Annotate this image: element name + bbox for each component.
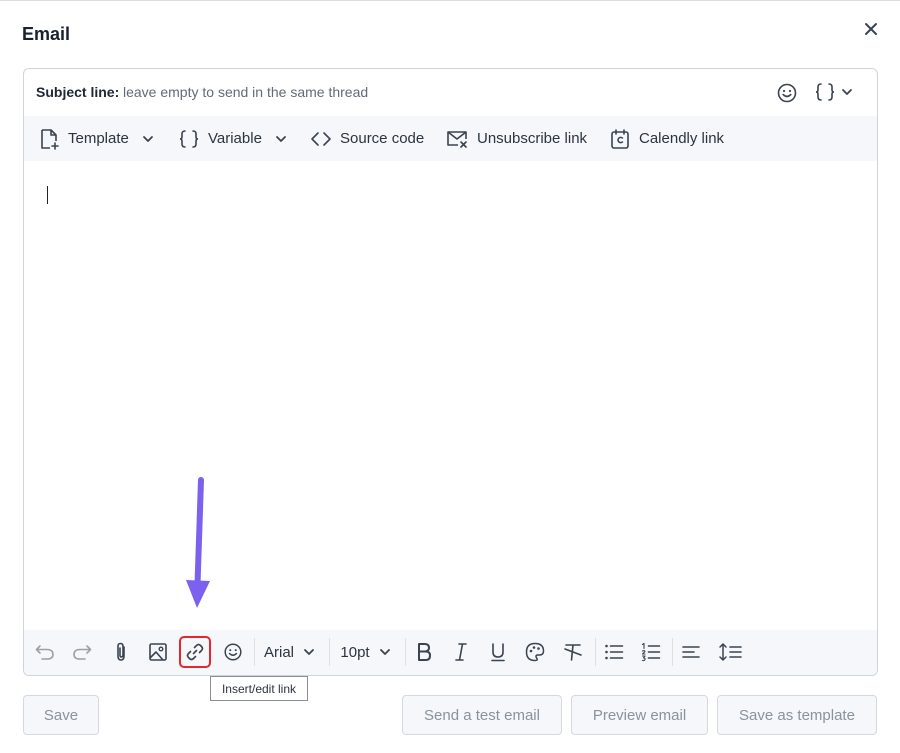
subject-input[interactable] xyxy=(123,81,683,103)
smiley-icon xyxy=(777,83,797,103)
chevron-down-icon xyxy=(842,89,852,95)
attach-file-button[interactable] xyxy=(107,638,135,666)
underline-button[interactable] xyxy=(484,638,512,666)
template-label: Template xyxy=(68,130,129,147)
calendar-c-icon xyxy=(611,128,629,149)
mail-x-icon xyxy=(447,130,467,148)
undo-button[interactable] xyxy=(31,638,59,666)
image-icon xyxy=(149,643,167,661)
italic-icon xyxy=(455,643,467,661)
underline-icon xyxy=(491,643,505,662)
variable-dropdown[interactable]: Variable xyxy=(178,116,288,161)
insert-image-button[interactable] xyxy=(144,638,172,666)
calendly-label: Calendly link xyxy=(639,130,725,147)
chevron-down-icon xyxy=(276,135,286,142)
text-cursor xyxy=(47,186,48,204)
top-divider xyxy=(0,0,900,1)
bold-button[interactable] xyxy=(410,638,438,666)
toolbar-divider xyxy=(405,638,406,666)
subject-label: Subject line: xyxy=(36,84,120,100)
toolbar-divider xyxy=(329,638,330,666)
subject-row: Subject line: xyxy=(24,69,877,115)
insert-link-tooltip: Insert/edit link xyxy=(210,676,308,701)
line-height-button[interactable] xyxy=(716,638,746,666)
font-size-value: 10pt xyxy=(340,643,370,661)
formatting-toolbar: Arial 10pt xyxy=(24,630,877,675)
subject-emoji-button[interactable] xyxy=(775,81,799,105)
braces-icon xyxy=(179,129,199,148)
toolbar-divider xyxy=(672,638,673,666)
save-as-template-button[interactable]: Save as template xyxy=(717,695,877,735)
insert-toolbar: Template Variable Source code Unsubscrib… xyxy=(24,116,877,161)
align-button[interactable] xyxy=(677,638,705,666)
toolbar-divider xyxy=(595,638,596,666)
chevron-down-icon xyxy=(304,649,314,655)
close-icon xyxy=(865,23,877,35)
numbered-list-button[interactable] xyxy=(637,638,665,666)
save-button[interactable]: Save xyxy=(23,695,99,735)
smiley-icon xyxy=(224,643,242,661)
calendly-link-button[interactable]: Calendly link xyxy=(609,116,724,161)
braces-icon xyxy=(815,83,835,101)
link-icon xyxy=(186,643,204,661)
chevron-down-icon xyxy=(142,135,153,142)
align-icon xyxy=(682,646,700,658)
unsubscribe-link-button[interactable]: Unsubscribe link xyxy=(445,116,587,161)
line-height-icon xyxy=(719,643,742,661)
italic-button[interactable] xyxy=(447,638,475,666)
font-family-value: Arial xyxy=(263,643,294,661)
bullet-list-icon xyxy=(605,644,624,660)
email-editor: Subject line: leave empty to send in the… xyxy=(23,68,878,676)
insert-link-button[interactable] xyxy=(179,636,211,668)
code-icon xyxy=(311,131,331,146)
palette-icon xyxy=(525,642,545,662)
arrow-down-annotation xyxy=(186,477,210,608)
dialog-title: Email xyxy=(22,24,71,44)
redo-icon xyxy=(73,645,92,660)
font-size-select[interactable]: 10pt xyxy=(334,638,398,666)
bold-icon xyxy=(418,643,431,661)
insert-emoji-button[interactable] xyxy=(219,638,247,666)
subject-variable-dropdown[interactable] xyxy=(814,80,854,104)
unsubscribe-label: Unsubscribe link xyxy=(477,130,588,147)
chevron-down-icon xyxy=(379,649,390,655)
close-button[interactable] xyxy=(860,18,882,40)
source-code-button[interactable]: Source code xyxy=(310,116,424,161)
paperclip-icon xyxy=(117,642,125,661)
source-code-label: Source code xyxy=(340,130,425,147)
email-body[interactable] xyxy=(24,161,877,629)
template-doc-icon xyxy=(41,128,59,150)
undo-icon xyxy=(35,645,54,660)
preview-email-button[interactable]: Preview email xyxy=(571,695,708,735)
variable-label: Variable xyxy=(208,130,262,147)
send-test-email-button[interactable]: Send a test email xyxy=(402,695,562,735)
numbered-list-icon xyxy=(641,642,661,662)
redo-button[interactable] xyxy=(68,638,96,666)
template-dropdown[interactable]: Template xyxy=(38,116,155,161)
bullet-list-button[interactable] xyxy=(600,638,628,666)
font-family-select[interactable]: Arial xyxy=(258,638,322,666)
clear-formatting-button[interactable] xyxy=(559,638,587,666)
clear-format-icon xyxy=(564,644,582,661)
text-color-button[interactable] xyxy=(521,638,549,666)
toolbar-divider xyxy=(254,638,255,666)
